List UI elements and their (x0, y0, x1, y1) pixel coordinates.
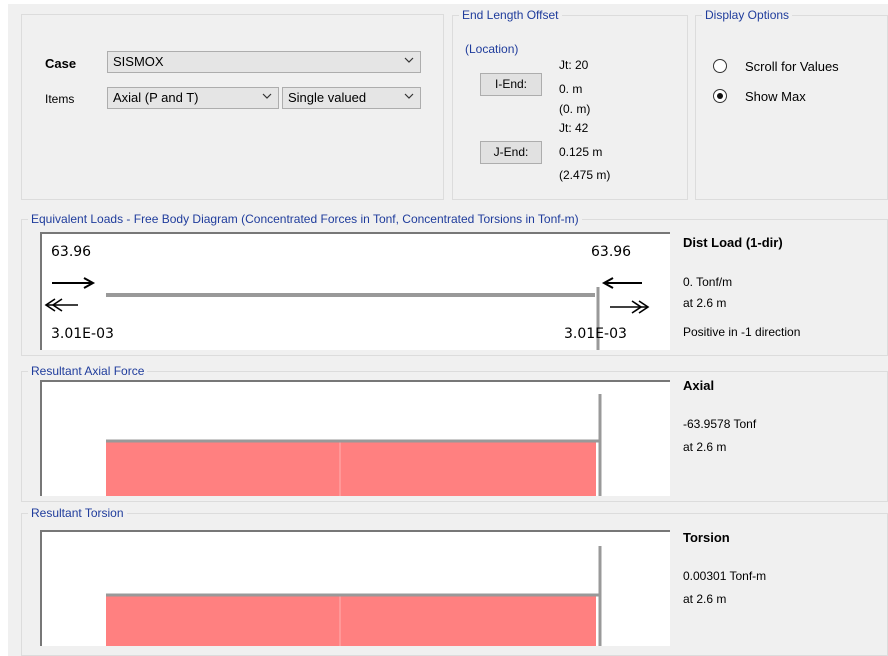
end-length-offset-title: End Length Offset (459, 8, 562, 22)
display-options-title: Display Options (702, 8, 793, 22)
right-torsion-arrow-icon (610, 300, 650, 314)
torsion-label: Torsion (683, 530, 730, 545)
axial-force-fill (106, 441, 596, 496)
items-combobox[interactable]: Axial (P and T) (107, 87, 279, 109)
dist-load-title: Dist Load (1-dir) (683, 235, 783, 250)
frame-details-window: Case SISMOX Items Axial (P and T) Single… (8, 4, 888, 656)
chevron-down-icon (404, 93, 414, 99)
torsion-value: 0.00301 Tonf-m (683, 569, 767, 583)
axial-title: Axial (683, 378, 715, 393)
location-label: (Location) (465, 42, 519, 56)
show-max-radio[interactable] (713, 89, 727, 103)
axial-location: at 2.6 m (683, 440, 727, 454)
case-combobox[interactable]: SISMOX (107, 51, 421, 73)
j-end-jt: Jt: 42 (559, 121, 589, 135)
left-torsion-arrow-icon (44, 298, 78, 312)
scroll-for-values-radio[interactable] (713, 59, 727, 73)
torsion-location: at 2.6 m (683, 592, 727, 606)
i-end-button[interactable]: I-End: (480, 73, 542, 96)
free-body-diagram-plot: 63.96 63.96 3.01E-03 3.01E-03 (40, 232, 670, 350)
value-mode-value: Single valued (288, 90, 367, 105)
right-force-value: 63.96 (591, 244, 632, 260)
case-value: SISMOX (113, 54, 164, 69)
i-end-value: 0. m (559, 82, 583, 96)
torsion-plot (40, 530, 670, 646)
j-end-paren: (2.475 m) (559, 168, 611, 182)
axial-value: -63.9578 Tonf (683, 417, 757, 431)
value-mode-combobox[interactable]: Single valued (282, 87, 421, 109)
axial-force-svg (106, 394, 602, 496)
items-label: Items (45, 92, 75, 106)
right-torsion-value: 3.01E-03 (564, 326, 627, 342)
left-force-value: 63.96 (51, 244, 92, 260)
torsion-svg (106, 546, 602, 646)
axial-force-plot (40, 380, 670, 496)
chevron-down-icon (404, 57, 414, 63)
case-label: Case (45, 56, 77, 71)
dist-load-value: 0. Tonf/m (683, 275, 733, 289)
axial-force-title: Resultant Axial Force (28, 364, 148, 378)
right-force-arrow-icon (601, 277, 642, 289)
left-torsion-value: 3.01E-03 (51, 326, 114, 342)
items-value: Axial (P and T) (113, 90, 199, 105)
torsion-fill (106, 595, 596, 646)
j-end-button[interactable]: J-End: (480, 141, 542, 164)
i-end-paren: (0. m) (559, 102, 591, 116)
dist-load-location: at 2.6 m (683, 296, 727, 310)
display-options-group: Display Options (695, 8, 888, 200)
chevron-down-icon (262, 93, 272, 99)
free-body-diagram-title: Equivalent Loads - Free Body Diagram (Co… (28, 212, 582, 226)
radio-selected-dot (717, 93, 723, 99)
dist-load-direction: Positive in -1 direction (683, 325, 801, 339)
i-end-jt: Jt: 20 (559, 58, 589, 72)
torsion-title: Resultant Torsion (28, 506, 127, 520)
left-force-arrow-icon (52, 277, 96, 289)
scroll-for-values-label[interactable]: Scroll for Values (745, 59, 839, 74)
j-end-value: 0.125 m (559, 145, 603, 159)
show-max-label[interactable]: Show Max (745, 89, 806, 104)
